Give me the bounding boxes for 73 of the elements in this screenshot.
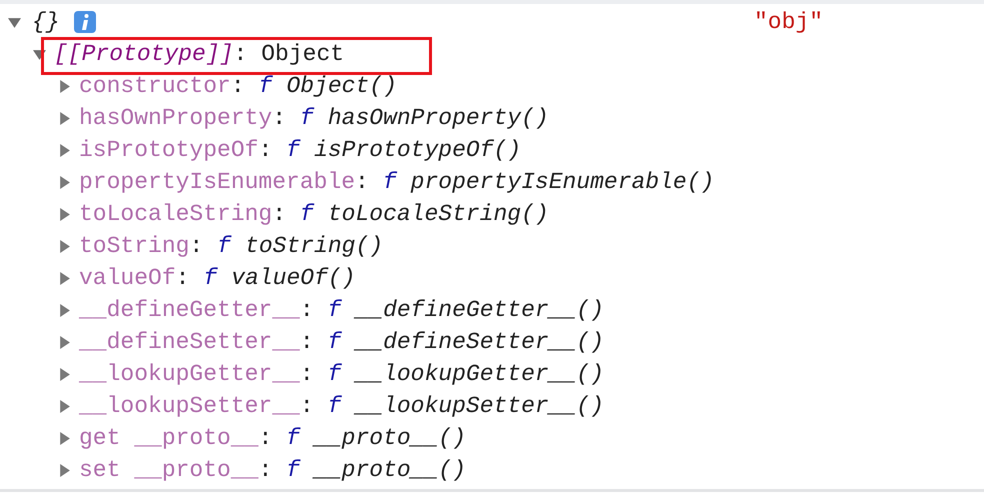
function-glyph: f xyxy=(286,136,300,165)
colon: : xyxy=(176,264,190,293)
function-glyph: f xyxy=(217,232,232,261)
variable-label: "obj" xyxy=(754,8,824,37)
colon: : xyxy=(258,136,272,165)
property-key: isPrototypeOf xyxy=(79,132,258,168)
property-key: hasOwnProperty xyxy=(79,100,272,136)
collapse-arrow-icon[interactable] xyxy=(58,176,71,188)
function-glyph: f xyxy=(258,72,272,101)
property-value: valueOf() xyxy=(231,264,356,293)
colon: : xyxy=(300,360,314,389)
colon: : xyxy=(355,168,369,197)
collapse-arrow-icon[interactable] xyxy=(58,240,71,252)
collapse-arrow-icon[interactable] xyxy=(58,80,71,92)
property-value: isPrototypeOf() xyxy=(314,136,522,165)
property-key: toString xyxy=(79,228,190,264)
function-glyph: f xyxy=(286,424,300,453)
property-key: get __proto__ xyxy=(79,420,258,456)
object-preview: {} xyxy=(32,8,60,37)
expand-arrow-icon[interactable] xyxy=(33,48,46,60)
collapse-arrow-icon[interactable] xyxy=(58,208,71,220)
property-value: Object() xyxy=(286,72,397,101)
function-glyph: f xyxy=(203,264,218,293)
property-value: __defineGetter__() xyxy=(355,296,604,325)
function-glyph: f xyxy=(286,456,300,485)
property-key: valueOf xyxy=(79,260,176,296)
collapse-arrow-icon[interactable] xyxy=(58,336,71,348)
property-value: __defineSetter__() xyxy=(355,328,604,357)
info-icon[interactable] xyxy=(74,11,96,33)
colon: : xyxy=(258,456,272,485)
collapse-arrow-icon[interactable] xyxy=(58,144,71,156)
collapse-arrow-icon[interactable] xyxy=(58,368,71,380)
collapse-arrow-icon[interactable] xyxy=(58,272,71,284)
function-glyph: f xyxy=(328,328,342,357)
property-key: set __proto__ xyxy=(79,452,258,488)
function-glyph: f xyxy=(328,360,342,389)
property-value: __lookupSetter__() xyxy=(355,392,604,421)
collapse-arrow-icon[interactable] xyxy=(58,432,71,444)
collapse-arrow-icon[interactable] xyxy=(58,400,71,412)
colon: : xyxy=(300,296,314,325)
expand-arrow-icon[interactable] xyxy=(8,16,21,28)
property-key: __defineSetter__ xyxy=(79,324,300,360)
property-key: __defineGetter__ xyxy=(79,292,300,328)
property-value: __lookupGetter__() xyxy=(355,360,604,389)
function-glyph: f xyxy=(328,296,342,325)
function-glyph: f xyxy=(300,200,314,229)
collapse-arrow-icon[interactable] xyxy=(58,304,71,316)
colon: : xyxy=(233,40,248,69)
collapse-arrow-icon[interactable] xyxy=(58,112,71,124)
property-value: toString() xyxy=(245,232,384,261)
property-key: toLocaleString xyxy=(79,196,272,232)
property-key: constructor xyxy=(79,68,231,104)
property-key: [[Prototype]] xyxy=(54,36,234,72)
colon: : xyxy=(272,104,286,133)
function-glyph: f xyxy=(328,392,342,421)
property-value: hasOwnProperty() xyxy=(328,104,549,133)
function-glyph: f xyxy=(300,104,314,133)
collapse-arrow-icon[interactable] xyxy=(58,464,71,476)
colon: : xyxy=(189,232,204,261)
property-key: __lookupGetter__ xyxy=(79,356,300,392)
colon: : xyxy=(300,392,314,421)
property-value: Object xyxy=(261,40,344,69)
colon: : xyxy=(230,72,245,101)
property-value: __proto__() xyxy=(314,456,466,485)
colon: : xyxy=(258,424,272,453)
property-key: __lookupSetter__ xyxy=(79,388,300,424)
function-glyph: f xyxy=(382,168,397,197)
property-key: propertyIsEnumerable xyxy=(79,164,356,200)
colon: : xyxy=(272,200,286,229)
property-value: toLocaleString() xyxy=(328,200,549,229)
property-value: propertyIsEnumerable() xyxy=(410,168,714,197)
colon: : xyxy=(300,328,314,357)
property-value: __proto__() xyxy=(314,424,466,453)
